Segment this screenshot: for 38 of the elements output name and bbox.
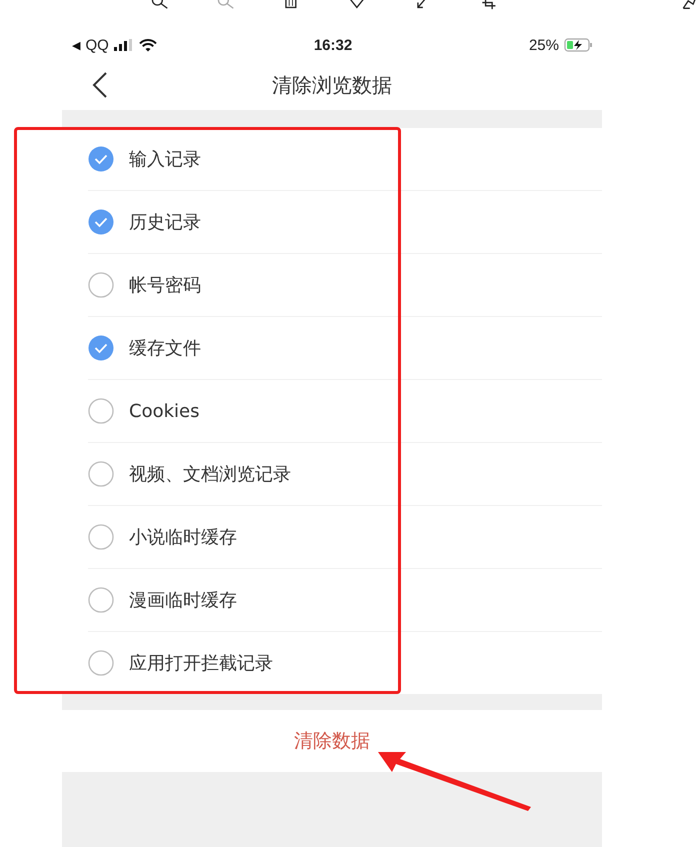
option-label: 漫画临时缓存: [129, 589, 237, 612]
option-row[interactable]: 应用打开拦截记录: [88, 632, 602, 694]
option-label: 历史记录: [129, 211, 201, 234]
search-icon[interactable]: [150, 0, 170, 10]
option-row[interactable]: 帐号密码: [88, 254, 602, 317]
wifi-icon: [138, 38, 157, 52]
carrier-label: QQ: [85, 36, 109, 54]
empty-circle-icon[interactable]: [88, 461, 114, 487]
back-icon[interactable]: [92, 71, 108, 99]
signal-icon: [114, 39, 134, 51]
option-row[interactable]: 缓存文件: [88, 317, 602, 380]
option-row[interactable]: 视频、文档浏览记录: [88, 443, 602, 506]
option-label: 应用打开拦截记录: [129, 652, 273, 675]
option-label: 缓存文件: [129, 337, 201, 360]
battery-percent: 25%: [528, 36, 559, 54]
checked-circle-icon[interactable]: [88, 209, 114, 235]
empty-circle-icon[interactable]: [88, 398, 114, 424]
option-label: 输入记录: [129, 148, 201, 171]
empty-circle-icon[interactable]: [88, 587, 114, 613]
option-row[interactable]: 历史记录: [88, 191, 602, 254]
option-row[interactable]: 漫画临时缓存: [88, 569, 602, 632]
option-row[interactable]: 输入记录: [88, 128, 602, 191]
clear-data-button[interactable]: 清除数据: [292, 724, 372, 758]
option-label: 帐号密码: [129, 274, 201, 297]
option-label: 视频、文档浏览记录: [129, 463, 291, 486]
empty-circle-icon[interactable]: [88, 650, 114, 676]
status-time: 16:32: [314, 36, 352, 54]
option-label: Cookies: [129, 400, 200, 422]
empty-circle-icon[interactable]: [88, 524, 114, 550]
back-glyph[interactable]: ◀: [72, 38, 80, 52]
battery-charging-icon: [564, 38, 594, 52]
option-row[interactable]: Cookies: [88, 380, 602, 443]
empty-circle-icon[interactable]: [88, 272, 114, 298]
checked-circle-icon[interactable]: [88, 146, 114, 172]
option-row[interactable]: 小说临时缓存: [88, 506, 602, 569]
option-label: 小说临时缓存: [129, 526, 237, 549]
page-title: 清除浏览数据: [272, 72, 392, 98]
checked-circle-icon[interactable]: [88, 335, 114, 361]
